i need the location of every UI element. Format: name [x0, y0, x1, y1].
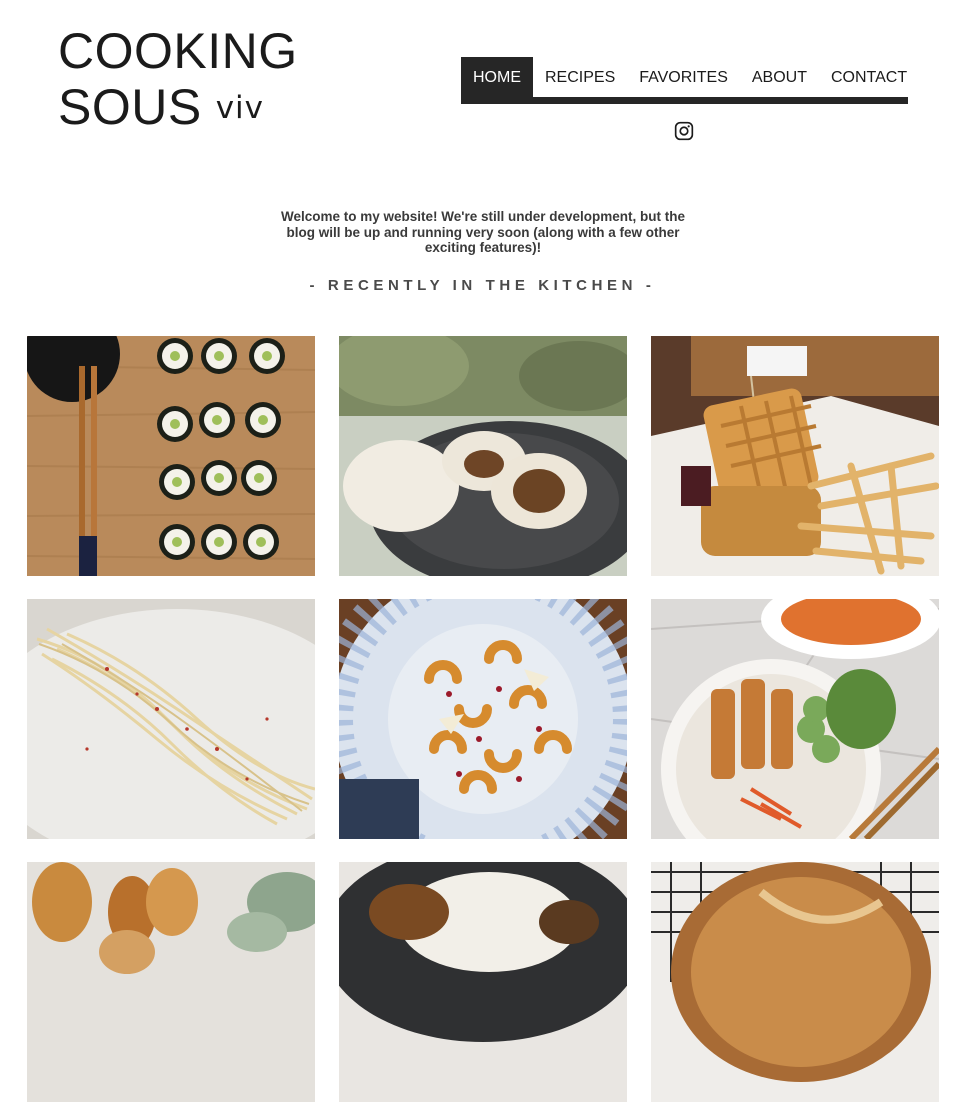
photo-sourdough[interactable] [651, 862, 939, 1102]
section-title: - RECENTLY IN THE KITCHEN - [309, 277, 656, 294]
logo-line-2: SOUS viv [58, 82, 298, 132]
photo-steamed-buns[interactable] [339, 336, 627, 576]
site-logo[interactable]: COOKING SOUS viv [58, 26, 298, 132]
nav-contact[interactable]: CONTACT [819, 57, 919, 97]
photo-squash-salad[interactable] [339, 599, 627, 839]
nav-about[interactable]: ABOUT [740, 57, 819, 97]
photo-sushi[interactable] [27, 336, 315, 576]
welcome-message: Welcome to my website! We're still under… [280, 209, 686, 255]
nav-favorites[interactable]: FAVORITES [627, 57, 740, 97]
photo-chicken-waffles[interactable] [651, 336, 939, 576]
nav-home[interactable]: HOME [461, 57, 533, 97]
nav-underline-bar [461, 97, 908, 104]
logo-line-1: COOKING [58, 23, 298, 79]
photo-pasta[interactable] [27, 599, 315, 839]
instagram-icon[interactable] [674, 121, 694, 141]
logo-sous: SOUS [58, 79, 202, 135]
photo-bao-buns[interactable] [339, 862, 627, 1102]
nav-recipes[interactable]: RECIPES [533, 57, 627, 97]
main-nav: HOME RECIPES FAVORITES ABOUT CONTACT [461, 57, 908, 97]
photo-vermicelli-bowl[interactable] [651, 599, 939, 839]
logo-script: viv [215, 90, 265, 126]
photo-madeleines[interactable] [27, 862, 315, 1102]
